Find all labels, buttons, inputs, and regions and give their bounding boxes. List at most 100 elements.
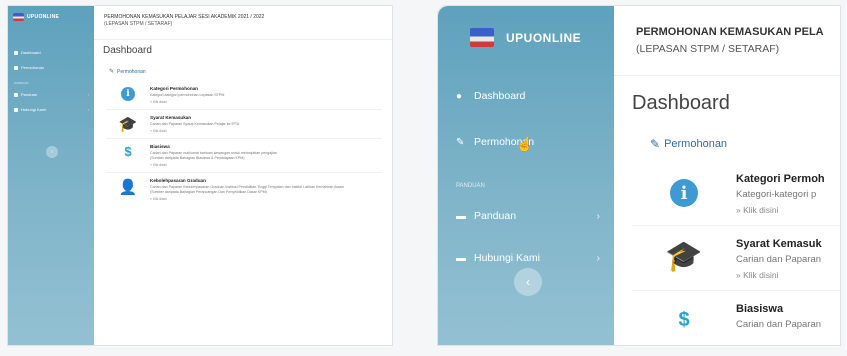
hand-cursor-icon: ☝ bbox=[516, 136, 534, 152]
item-link[interactable]: » Klik disini bbox=[150, 100, 224, 104]
item-title: Biasiswa bbox=[736, 303, 784, 315]
edit-icon bbox=[14, 65, 18, 70]
item-link[interactable]: » Klik disini bbox=[150, 163, 277, 167]
app-subtitle: (LEPASAN STPM / SETARAF) bbox=[104, 21, 173, 27]
sidebar-section-label: PANDUAN bbox=[456, 183, 485, 189]
chevron-right-icon: › bbox=[596, 252, 600, 264]
page-title: Dashboard bbox=[632, 92, 730, 114]
chevron-right-icon: › bbox=[87, 107, 89, 112]
item-link[interactable]: » Klik disini bbox=[150, 129, 239, 133]
palette-icon bbox=[14, 50, 18, 55]
folder-icon: ▬ bbox=[456, 210, 466, 222]
item-body: Syarat Kemasukan Carian dan Paparan Syar… bbox=[150, 115, 239, 133]
sidebar-item-panduan[interactable]: Panduan › bbox=[8, 89, 94, 100]
edit-icon: ✎ bbox=[650, 137, 661, 151]
item-link[interactable]: » Klik disini bbox=[736, 270, 822, 280]
icon-cell: 👤 bbox=[106, 178, 150, 201]
sidebar-toggle-button[interactable]: ‹ bbox=[46, 146, 58, 158]
item-title: Kebolehpasaran Graduan bbox=[150, 178, 206, 183]
list-item-kebolehpasaran: 👤 Kebolehpasaran Graduan Carian dan Papa… bbox=[106, 172, 382, 206]
info-icon: i bbox=[670, 179, 698, 207]
sidebar-item-permohonan[interactable]: Permohonan bbox=[8, 62, 94, 73]
sidebar-item-label: Dashboard bbox=[474, 90, 526, 102]
list-item-syarat: 🎓 Syarat Kemasuk Carian dan Paparan » Kl… bbox=[632, 225, 840, 290]
browser-window-zoomed: UPUONLINE ● Dashboard ✎ Permohonan PANDU… bbox=[437, 5, 841, 346]
chevron-right-icon: › bbox=[596, 210, 600, 222]
brand-name: UPUONLINE bbox=[27, 14, 60, 20]
sidebar-item-panduan[interactable]: ▬ Panduan › bbox=[438, 205, 614, 227]
app-title: PERMOHONAN KEMASUKAN PELAJAR SESI AKADEM… bbox=[104, 14, 265, 20]
brand-name: UPUONLINE bbox=[506, 30, 582, 45]
icon-cell: 🎓 bbox=[106, 115, 150, 133]
item-body: Kebolehpasaran Graduan Carian dan Papara… bbox=[150, 178, 344, 201]
sidebar-item-hubungi-kami[interactable]: Hubungi Kami › bbox=[8, 104, 94, 115]
item-body: Kategori Permoh Kategori-kategori p » Kl… bbox=[736, 173, 825, 215]
item-body: Biasiswa Carian dan Paparan maklumat ban… bbox=[150, 144, 277, 167]
item-title: Biasiswa bbox=[150, 144, 170, 149]
main-content: PERMOHONAN KEMASUKAN PELAJAR SESI AKADEM… bbox=[94, 6, 392, 345]
item-desc: Kategori-kategori p bbox=[736, 189, 817, 200]
sidebar-item-label: Panduan bbox=[474, 210, 517, 222]
dollar-icon: $ bbox=[678, 309, 690, 331]
section-heading: ✎ Permohonan bbox=[614, 115, 840, 151]
sidebar-item-hubungi-kami[interactable]: ▬ Hubungi Kami › bbox=[438, 247, 614, 269]
browser-window-full: UPUONLINE Dashboard Permohonan PANDUAN P… bbox=[7, 5, 393, 346]
icon-cell: $ bbox=[632, 303, 736, 332]
dashboard-list: i Kategori Permoh Kategori-kategori p » … bbox=[632, 161, 840, 342]
item-desc: Carian dan Paparan bbox=[736, 319, 822, 330]
info-icon: i bbox=[121, 87, 135, 101]
item-link[interactable]: » Klik disini bbox=[736, 205, 825, 215]
app-title: PERMOHONAN KEMASUKAN PELA bbox=[636, 26, 824, 38]
app-subtitle: (LEPASAN STPM / SETARAF) bbox=[636, 43, 780, 55]
sidebar-toggle-button[interactable]: ‹ bbox=[514, 268, 542, 296]
sidebar-item-label: Panduan bbox=[21, 92, 38, 97]
app-header: PERMOHONAN KEMASUKAN PELAJAR SESI AKADEM… bbox=[94, 6, 392, 40]
graduate-user-icon: 👤 bbox=[118, 179, 138, 196]
sidebar-item-dashboard[interactable]: ● Dashboard bbox=[438, 85, 614, 107]
upu-logo-icon bbox=[470, 28, 494, 47]
item-desc-source: (Sumber daripada Bahagian Biasiswa & Pem… bbox=[150, 156, 245, 160]
sidebar-nav: Dashboard Permohonan PANDUAN Panduan › H… bbox=[8, 47, 94, 115]
sidebar-nav: ● Dashboard ✎ Permohonan PANDUAN ▬ Pandu… bbox=[438, 85, 614, 269]
dashboard-list: i Kategori Permohonan Kategori-kategori … bbox=[106, 81, 382, 206]
folder-icon bbox=[14, 107, 18, 112]
item-title: Syarat Kemasuk bbox=[736, 238, 822, 250]
icon-cell: i bbox=[632, 173, 736, 215]
sidebar-section-label: PANDUAN bbox=[14, 81, 29, 85]
section-title: Permohonan bbox=[664, 138, 728, 150]
sidebar: UPUONLINE Dashboard Permohonan PANDUAN P… bbox=[8, 6, 94, 345]
list-item-kategori: i Kategori Permohonan Kategori-kategori … bbox=[106, 81, 382, 109]
item-body: Syarat Kemasuk Carian dan Paparan » Klik… bbox=[736, 238, 822, 280]
sidebar-item-dashboard[interactable]: Dashboard bbox=[8, 47, 94, 58]
item-desc-source: (Sumber daripada Bahagian Perancangan Da… bbox=[150, 190, 267, 194]
brand[interactable]: UPUONLINE bbox=[438, 6, 614, 47]
list-item-kategori: i Kategori Permoh Kategori-kategori p » … bbox=[632, 161, 840, 225]
edit-icon: ✎ bbox=[109, 69, 115, 75]
icon-cell: 🎓 bbox=[632, 238, 736, 280]
item-title: Kategori Permoh bbox=[736, 173, 825, 185]
icon-cell: i bbox=[106, 86, 150, 104]
folder-icon bbox=[14, 92, 18, 97]
item-link[interactable]: » Klik disini bbox=[150, 197, 344, 201]
section-heading: ✎ Permohonan bbox=[94, 56, 392, 76]
list-item-biasiswa: $ Biasiswa Carian dan Paparan bbox=[632, 290, 840, 342]
list-item-biasiswa: $ Biasiswa Carian dan Paparan maklumat b… bbox=[106, 138, 382, 172]
sidebar-item-label: Permohonan bbox=[21, 65, 44, 70]
sidebar-item-label: Hubungi Kami bbox=[474, 252, 540, 264]
item-desc: Carian dan Paparan Syarat Kemasukan Pela… bbox=[150, 122, 240, 126]
main-content: PERMOHONAN KEMASUKAN PELA (LEPASAN STPM … bbox=[614, 6, 840, 345]
app-header: PERMOHONAN KEMASUKAN PELA (LEPASAN STPM … bbox=[614, 6, 840, 76]
item-title: Syarat Kemasukan bbox=[150, 115, 192, 120]
item-body: Kategori Permohonan Kategori-kategori pe… bbox=[150, 86, 224, 104]
brand[interactable]: UPUONLINE bbox=[8, 6, 94, 21]
graduation-cap-icon: 🎓 bbox=[665, 240, 703, 273]
icon-cell: $ bbox=[106, 144, 150, 167]
chevron-right-icon: › bbox=[87, 92, 89, 97]
palette-icon: ● bbox=[456, 90, 463, 102]
sidebar: UPUONLINE ● Dashboard ✎ Permohonan PANDU… bbox=[438, 6, 614, 345]
graduation-cap-icon: 🎓 bbox=[118, 116, 138, 133]
sidebar-item-label: Hubungi Kami bbox=[21, 107, 47, 112]
item-title: Kategori Permohonan bbox=[150, 86, 198, 91]
item-desc: Kategori-kategori permohonan Lepasan STP… bbox=[150, 93, 225, 97]
page-title: Dashboard bbox=[103, 45, 152, 56]
